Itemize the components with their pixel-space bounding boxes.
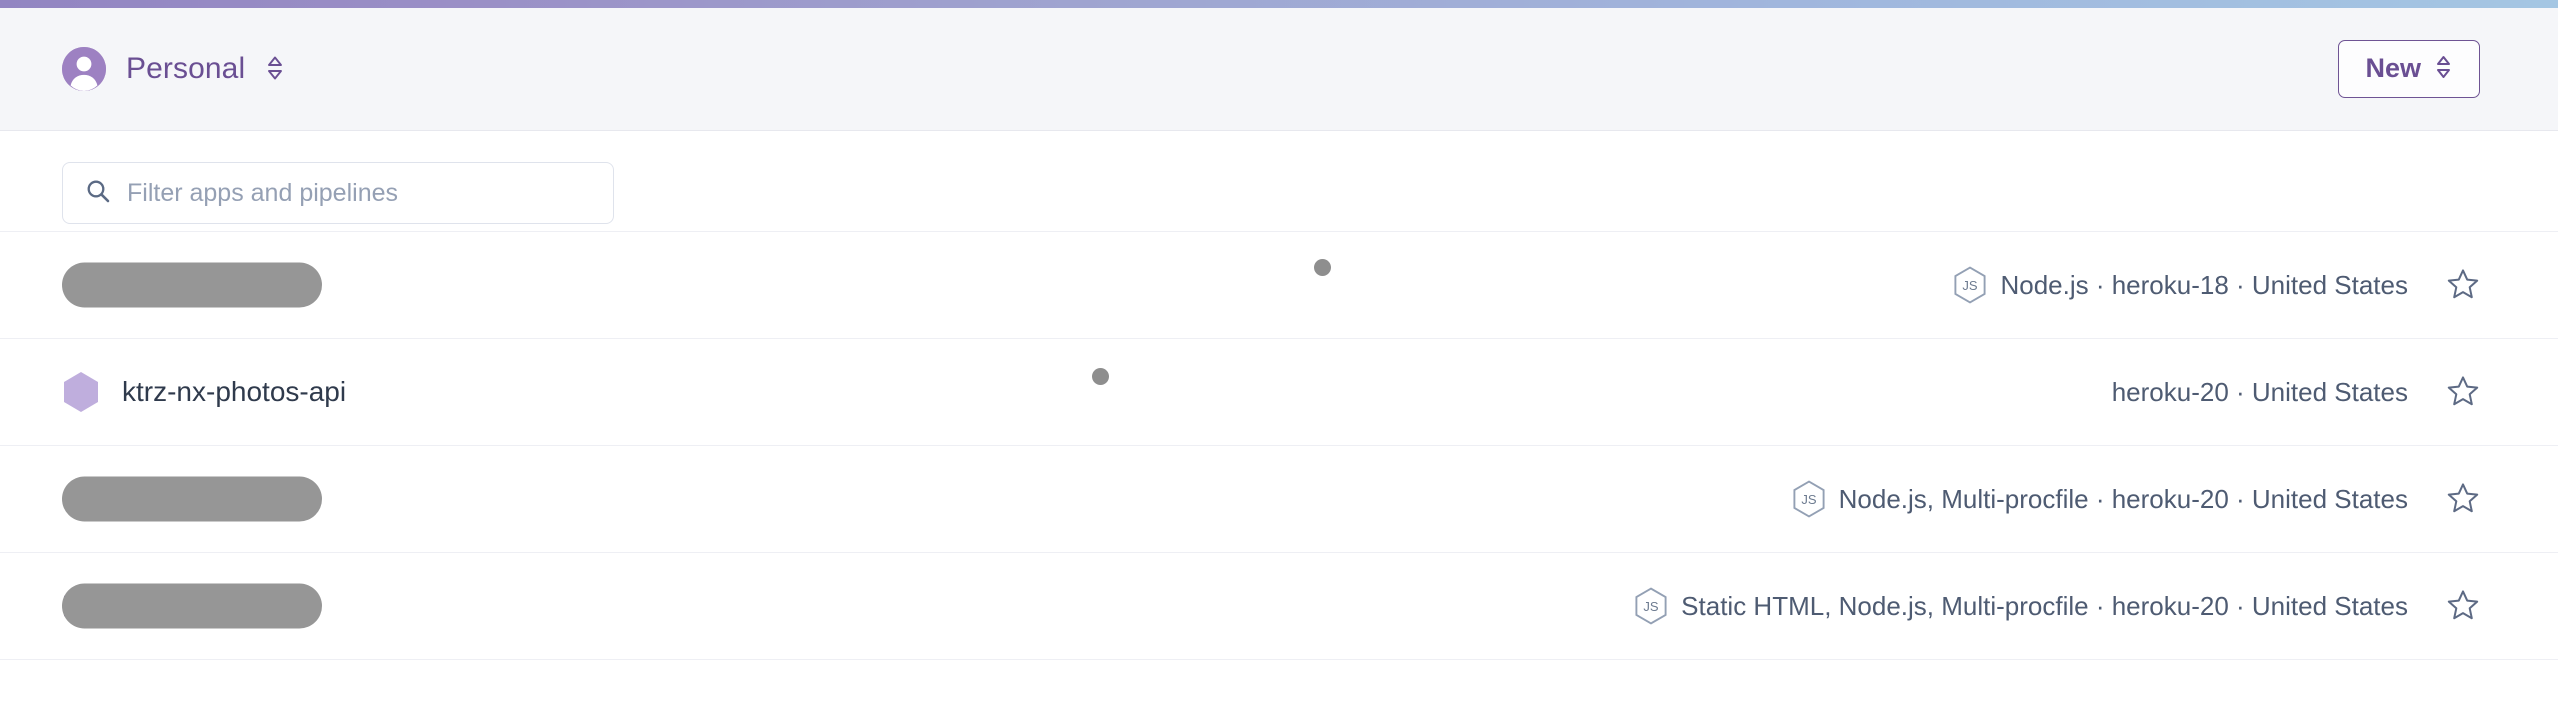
app-meta-label: Static HTML, Node.js, Multi-procfile · h…	[1681, 590, 2408, 621]
app-meta-label: heroku-20 · United States	[2111, 376, 2408, 407]
new-button[interactable]: New	[2338, 40, 2480, 98]
app-meta-group: JS Static HTML, Node.js, Multi-procfile ·…	[1634, 587, 2408, 625]
person-avatar-icon	[62, 47, 106, 91]
app-row[interactable]: ktrz-nx-photos-api heroku-20 · United Sta…	[0, 339, 2558, 446]
app-name-label: ktrz-nx-photos-api	[122, 376, 347, 407]
app-row-meta: heroku-20 · United States	[2112, 374, 2480, 411]
app-row-meta: JS Node.js · heroku-18 · United States	[1953, 266, 2480, 304]
app-meta-group: heroku-20 · United States	[2112, 377, 2408, 408]
favorite-star-button[interactable]	[2428, 481, 2480, 518]
app-row-spacer	[346, 339, 2112, 445]
top-gradient-bar	[0, 0, 2558, 8]
star-outline-icon	[2446, 374, 2480, 411]
favorite-star-button[interactable]	[2428, 374, 2480, 411]
redacted-app-name	[62, 583, 322, 629]
chevron-up-down-icon	[2434, 54, 2453, 83]
team-name-label: Personal	[126, 52, 246, 85]
nodejs-icon: JS	[1634, 587, 1668, 625]
app-row-identity	[62, 583, 382, 629]
redaction-dot	[1092, 368, 1110, 385]
app-header: Personal New	[0, 8, 2558, 131]
app-row[interactable]: JS Static HTML, Node.js, Multi-procfile ·…	[0, 553, 2558, 660]
redacted-app-name	[62, 476, 322, 522]
app-row-spacer	[322, 446, 1792, 552]
redaction-dot	[1314, 259, 1331, 276]
favorite-star-button[interactable]	[2428, 267, 2480, 304]
svg-text:JS: JS	[1963, 278, 1979, 293]
svg-text:JS: JS	[1644, 599, 1660, 614]
app-row[interactable]: JS Node.js · heroku-18 · United States	[0, 232, 2558, 339]
app-row-identity: ktrz-nx-photos-api	[62, 371, 346, 413]
search-input[interactable]	[127, 178, 591, 208]
chevron-up-down-icon	[265, 54, 285, 85]
team-switcher-button[interactable]: Personal	[62, 47, 285, 91]
star-outline-icon	[2446, 481, 2480, 518]
app-meta-group: JS Node.js, Multi-procfile · heroku-20 · …	[1792, 480, 2408, 518]
app-row-meta: JS Static HTML, Node.js, Multi-procfile ·…	[1634, 587, 2480, 625]
app-list: JS Node.js · heroku-18 · United States ktr…	[0, 231, 2558, 660]
star-outline-icon	[2446, 267, 2480, 304]
search-icon	[85, 178, 111, 209]
app-row-spacer	[322, 232, 1953, 338]
favorite-star-button[interactable]	[2428, 588, 2480, 625]
nodejs-icon: JS	[1792, 480, 1826, 518]
app-meta-label: Node.js · heroku-18 · United States	[2000, 269, 2408, 300]
new-button-label: New	[2365, 53, 2421, 83]
app-row-spacer	[382, 553, 1634, 659]
app-meta-group: JS Node.js · heroku-18 · United States	[1953, 266, 2408, 304]
filter-search-box[interactable]	[62, 162, 614, 224]
list-toolbar	[0, 131, 2558, 231]
app-row[interactable]: JS Node.js, Multi-procfile · heroku-20 · …	[0, 446, 2558, 553]
star-outline-icon	[2446, 588, 2480, 625]
app-row-meta: JS Node.js, Multi-procfile · heroku-20 · …	[1792, 480, 2480, 518]
app-hexagon-icon	[62, 371, 100, 413]
svg-text:JS: JS	[1801, 492, 1817, 507]
redacted-app-name	[62, 262, 322, 308]
nodejs-icon: JS	[1953, 266, 1987, 304]
app-meta-label: Node.js, Multi-procfile · heroku-20 · Un…	[1838, 483, 2408, 514]
